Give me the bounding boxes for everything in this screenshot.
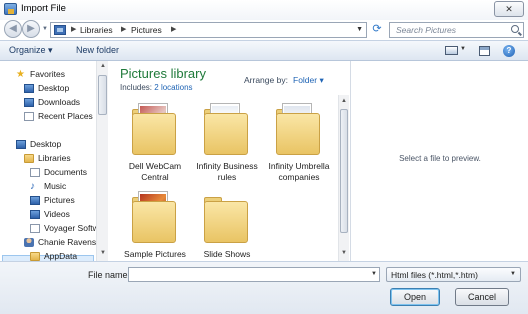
navigation-bar: ◀ ▶ ▼ ▶ Libraries ▶ Pictures ▶ ▼ ⟳ Searc… [0, 20, 528, 40]
file-list-scrollbar[interactable]: ▲ ▼ [338, 95, 349, 261]
breadcrumb-libraries[interactable]: Libraries [80, 25, 113, 35]
scroll-up-arrow-icon[interactable]: ▲ [341, 98, 347, 104]
file-name-input[interactable]: ▼ [128, 267, 380, 282]
nav-item-label: Documents [44, 167, 87, 177]
search-placeholder: Search Pictures [396, 25, 456, 35]
folder-item[interactable]: Infinity Business rules [196, 103, 260, 183]
nav-item-label: Videos [44, 209, 70, 219]
nav-item-label: Pictures [44, 195, 75, 205]
videos-icon [30, 210, 40, 219]
star-icon: ★ [16, 69, 25, 80]
downloads-icon [24, 98, 34, 107]
address-dropdown-icon[interactable]: ▼ [356, 26, 363, 33]
nav-item-label: Desktop [30, 139, 62, 149]
nav-item-label: Favorites [30, 69, 65, 79]
user-icon [24, 238, 34, 247]
search-input[interactable]: Search Pictures [389, 22, 524, 38]
folder-icon [132, 113, 176, 155]
window-title: Import File [21, 3, 66, 14]
breadcrumb-pictures[interactable]: Pictures [131, 25, 162, 35]
pictures-library-icon [54, 25, 66, 35]
view-options-dropdown-icon[interactable]: ▼ [460, 46, 466, 52]
navigation-pane: ★ Favorites Desktop Downloads Recent Pla… [0, 61, 96, 261]
folder-label: Infinity Business rules [196, 161, 258, 182]
breadcrumb-separator-icon[interactable]: ▶ [71, 25, 76, 33]
refresh-button[interactable]: ⟳ [369, 22, 385, 38]
arrange-by-dropdown[interactable]: Folder ▾ [293, 75, 324, 86]
file-selection-panel: File name: ▼ Html files (*.html,*.htm) ▼… [0, 261, 528, 314]
help-icon[interactable]: ? [503, 45, 515, 57]
folder-label: Infinity Umbrella companies [268, 161, 330, 182]
breadcrumb-separator-icon[interactable]: ▶ [121, 25, 126, 33]
cancel-button[interactable]: Cancel [455, 288, 509, 306]
recent-pages-dropdown-icon[interactable]: ▼ [42, 26, 48, 32]
pictures-icon [30, 196, 40, 205]
folder-icon [30, 252, 40, 261]
address-bar[interactable]: ▶ Libraries ▶ Pictures ▶ ▼ [50, 22, 367, 38]
library-locations-link[interactable]: 2 locations [154, 83, 192, 92]
folder-icon [204, 201, 248, 243]
voyager-folder-icon [30, 224, 40, 233]
nav-item-label: Recent Places [38, 111, 93, 121]
change-view-icon[interactable] [445, 46, 458, 55]
new-folder-button[interactable]: New folder [76, 45, 119, 55]
search-icon[interactable] [511, 25, 519, 33]
includes-label: Includes: [120, 83, 153, 92]
breadcrumb-separator-icon[interactable]: ▶ [171, 25, 176, 33]
libraries-icon [24, 154, 34, 163]
preview-pane-icon[interactable] [479, 46, 490, 56]
recent-places-icon [24, 112, 34, 121]
scroll-down-arrow-icon[interactable]: ▼ [100, 250, 106, 256]
folder-icon [204, 113, 248, 155]
nav-item-label: Chanie Ravensch [38, 237, 96, 247]
folder-item[interactable]: Slide Shows [198, 191, 260, 261]
scroll-down-arrow-icon[interactable]: ▼ [341, 250, 347, 256]
desktop-icon [24, 84, 34, 93]
file-list-pane: Pictures library Includes: 2 locations A… [110, 61, 338, 261]
music-icon: ♪ [30, 181, 35, 192]
back-button[interactable]: ◀ [4, 20, 22, 38]
nav-item-label: Music [44, 181, 67, 191]
file-list-scroll-thumb[interactable] [340, 109, 348, 233]
file-type-value: Html files (*.html,*.htm) [391, 270, 478, 280]
nav-pane-scrollbar[interactable]: ▲ ▼ [96, 61, 108, 261]
open-button[interactable]: Open [390, 288, 440, 306]
arrange-by-label: Arrange by: [244, 75, 288, 85]
folder-label: Slide Shows [203, 249, 251, 259]
file-type-dropdown-icon[interactable]: ▼ [510, 271, 516, 277]
documents-icon [30, 168, 40, 177]
forward-button[interactable]: ▶ [22, 20, 40, 38]
folder-item[interactable]: Dell WebCam Central [126, 103, 188, 183]
library-includes: Includes: 2 locations [120, 83, 193, 92]
scroll-up-arrow-icon[interactable]: ▲ [100, 63, 106, 69]
folder-label: Sample Pictures [124, 249, 186, 259]
nav-item-label: Libraries [38, 153, 71, 163]
nav-item-label: AppData [44, 251, 78, 261]
folder-label: Dell WebCam Central [128, 161, 182, 182]
desktop-icon [16, 140, 26, 149]
folder-icon [276, 113, 320, 155]
nav-item-label: Downloads [38, 97, 81, 107]
close-button[interactable]: ✕ [494, 1, 524, 17]
app-icon [4, 3, 17, 15]
folder-item[interactable]: Sample Pictures [124, 191, 188, 261]
library-title: Pictures library [120, 66, 206, 81]
nav-item-label: Desktop [38, 83, 70, 93]
title-bar: Import File ✕ [0, 0, 528, 20]
nav-pane-scroll-thumb[interactable] [98, 75, 107, 115]
file-name-dropdown-icon[interactable]: ▼ [371, 271, 377, 277]
nav-item-label: Voyager Softwa [44, 223, 96, 233]
command-toolbar: Organize ▾ New folder ▼ ? [0, 40, 528, 61]
file-type-select[interactable]: Html files (*.html,*.htm) ▼ [386, 267, 521, 282]
folder-icon [132, 201, 176, 243]
file-name-label: File name: [88, 270, 131, 280]
folder-item[interactable]: Infinity Umbrella companies [269, 103, 332, 183]
organize-button[interactable]: Organize ▾ [9, 45, 53, 56]
preview-pane: Select a file to preview. [350, 61, 528, 261]
preview-message: Select a file to preview. [399, 154, 481, 163]
